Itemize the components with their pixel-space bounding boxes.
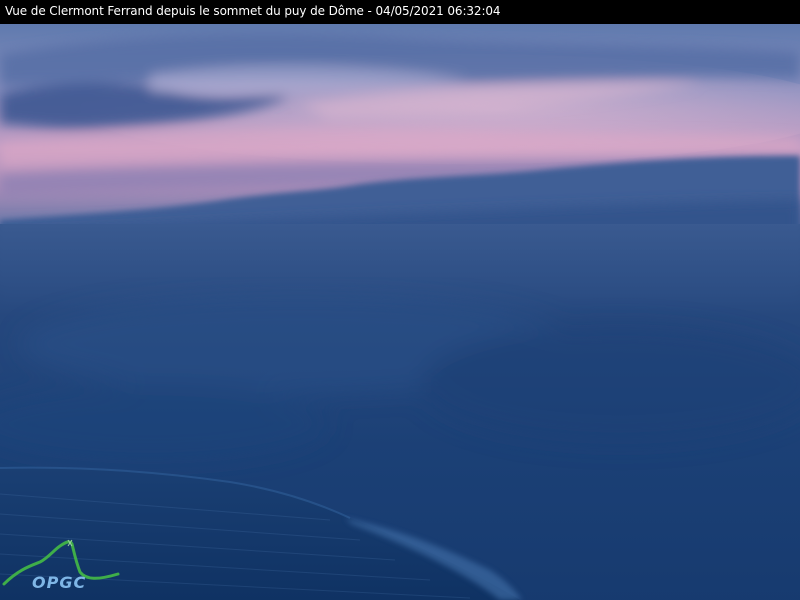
- caption-text: Vue de Clermont Ferrand depuis le sommet…: [5, 4, 501, 18]
- opgc-logo: OPGC: [0, 536, 124, 596]
- logo-text: OPGC: [32, 573, 86, 592]
- webcam-image: [0, 24, 800, 600]
- caption-bar: Vue de Clermont Ferrand depuis le sommet…: [0, 0, 800, 24]
- webcam-frame: Vue de Clermont Ferrand depuis le sommet…: [0, 0, 800, 600]
